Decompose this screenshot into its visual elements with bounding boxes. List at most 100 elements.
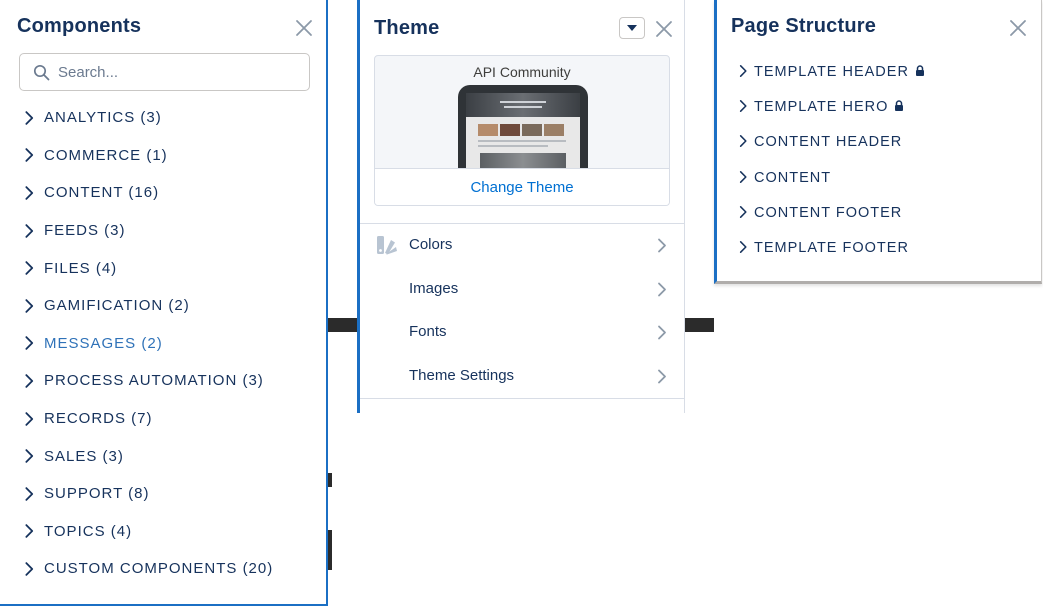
chevron-right-icon — [25, 562, 34, 576]
chevron-right-icon — [739, 205, 747, 218]
preview-hero-text — [504, 106, 542, 108]
page-region-item[interactable]: TEMPLATE HERO — [717, 90, 1037, 125]
chevron-right-icon — [25, 524, 34, 539]
chevron-right-icon-wrap — [23, 260, 35, 276]
theme-menu: Colors Images Fonts Theme Settings — [360, 224, 684, 398]
category-item[interactable]: ANALYTICS (3) — [0, 99, 326, 137]
category-label: GAMIFICATION (2) — [44, 297, 190, 315]
chevron-right-icon — [25, 111, 34, 125]
chevron-right-icon — [658, 325, 666, 340]
panel-title: Components — [17, 15, 142, 37]
category-item[interactable]: FILES (4) — [0, 249, 326, 287]
category-item[interactable]: SALES (3) — [0, 437, 326, 475]
page-region-label: TEMPLATE HERO — [754, 99, 904, 115]
page-region-item[interactable]: CONTENT — [717, 161, 1037, 196]
theme-panel: Theme API Community Change Theme Colors … — [357, 0, 685, 413]
category-item[interactable]: CUSTOM COMPONENTS (20) — [0, 550, 326, 588]
preview-tile — [500, 124, 520, 136]
page-region-name: TEMPLATE HERO — [754, 99, 889, 116]
theme-preview-screen — [466, 93, 580, 169]
chevron-right-icon-wrap — [23, 298, 35, 314]
category-item[interactable]: CONTENT (16) — [0, 174, 326, 212]
chevron-right-icon — [658, 369, 666, 383]
theme-header: Theme — [360, 0, 684, 52]
chevron-right-icon-wrap — [738, 240, 748, 254]
chevron-right-icon — [739, 100, 747, 113]
page-region-label: CONTENT — [754, 170, 831, 186]
close-button[interactable] — [293, 17, 315, 39]
chevron-right-icon-wrap — [23, 110, 35, 126]
theme-preview-image — [458, 85, 588, 169]
menu-item-label: Theme Settings — [409, 366, 515, 384]
chevron-right-icon-wrap — [23, 335, 35, 351]
components-header: Components — [0, 0, 326, 52]
page-region-label: TEMPLATE FOOTER — [754, 240, 909, 256]
category-item[interactable]: MESSAGES (2) — [0, 325, 326, 363]
page-region-item[interactable]: CONTENT FOOTER — [717, 196, 1037, 231]
change-theme-link[interactable]: Change Theme — [375, 179, 669, 196]
theme-menu-dropdown-button[interactable] — [619, 17, 645, 39]
chevron-right-icon-wrap — [23, 185, 35, 201]
category-item[interactable]: SUPPORT (8) — [0, 475, 326, 513]
category-label: RECORDS (7) — [44, 410, 153, 428]
menu-item-label: Colors — [409, 236, 453, 253]
theme-menu-item-colors[interactable]: Colors — [360, 224, 684, 268]
category-item[interactable]: COMMERCE (1) — [0, 137, 326, 175]
page-region-name: CONTENT FOOTER — [754, 204, 903, 221]
search-field[interactable] — [19, 53, 310, 91]
chevron-right-icon-wrap — [23, 411, 35, 427]
preview-text-line — [478, 145, 548, 147]
page-region-label: TEMPLATE HEADER — [754, 64, 925, 80]
close-icon — [656, 21, 672, 37]
category-label: FEEDS (3) — [44, 222, 126, 240]
search-input[interactable] — [58, 54, 298, 90]
chevron-right-icon-wrap — [23, 486, 35, 502]
page-region-label: CONTENT HEADER — [754, 134, 902, 150]
panel-title: Theme — [374, 17, 440, 39]
background-sliver — [685, 318, 714, 332]
search-icon — [33, 64, 50, 81]
chevron-right-icon-wrap — [23, 561, 35, 577]
divider — [360, 398, 684, 399]
theme-menu-item-images[interactable]: Images — [360, 268, 684, 312]
preview-tile — [544, 124, 564, 136]
chevron-right-icon — [25, 261, 34, 275]
page-region-name: CONTENT HEADER — [754, 134, 903, 151]
category-label: TOPICS (4) — [44, 522, 133, 540]
close-button[interactable] — [653, 18, 675, 40]
preview-tile — [478, 124, 498, 136]
menu-item-label: Fonts — [409, 323, 447, 340]
chevron-right-icon — [25, 148, 34, 163]
preview-hero — [466, 93, 580, 117]
chevron-right-icon — [25, 223, 34, 238]
category-label: FILES (4) — [44, 259, 118, 277]
theme-menu-item-fonts[interactable]: Fonts — [360, 311, 684, 355]
page-region-item[interactable]: TEMPLATE HEADER — [717, 55, 1037, 90]
theme-menu-item-settings[interactable]: Theme Settings — [360, 355, 684, 399]
category-item[interactable]: TOPICS (4) — [0, 513, 326, 551]
chevron-right-icon — [25, 449, 34, 463]
category-item[interactable]: RECORDS (7) — [0, 400, 326, 438]
chevron-right-icon — [25, 186, 34, 200]
preview-image-strip — [480, 153, 566, 169]
page-region-item[interactable]: CONTENT HEADER — [717, 125, 1037, 160]
chevron-right-icon — [25, 374, 34, 388]
page-structure-header: Page Structure — [717, 0, 1041, 52]
category-item[interactable]: FEEDS (3) — [0, 212, 326, 250]
category-label: ANALYTICS (3) — [44, 109, 162, 127]
category-label: SUPPORT (8) — [44, 485, 150, 503]
chevron-right-icon — [739, 65, 747, 77]
category-label: COMMERCE (1) — [44, 146, 168, 164]
chevron-right-icon-wrap — [23, 147, 35, 163]
page-region-item[interactable]: TEMPLATE FOOTER — [717, 231, 1037, 266]
chevron-right-icon-wrap — [23, 373, 35, 389]
theme-name: API Community — [473, 64, 571, 80]
paint-palette-icon — [377, 236, 397, 255]
theme-card-footer: Change Theme — [375, 168, 669, 205]
chevron-right-icon — [739, 170, 747, 183]
close-button[interactable] — [1007, 17, 1029, 39]
chevron-right-icon — [25, 298, 34, 313]
category-item[interactable]: GAMIFICATION (2) — [0, 287, 326, 325]
category-item[interactable]: PROCESS AUTOMATION (3) — [0, 362, 326, 400]
preview-text-line — [478, 140, 566, 142]
